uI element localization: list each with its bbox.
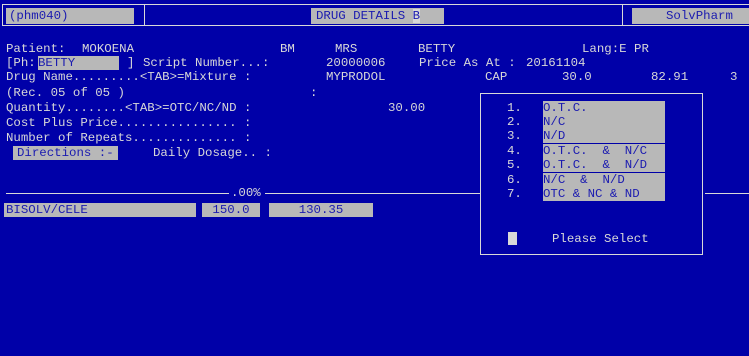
bottom-field-amount[interactable]: 130.35 [269, 203, 373, 217]
drug-form: CAP [485, 70, 508, 84]
menu-option-number: 5. [507, 158, 522, 172]
menu-option-number: 1. [507, 101, 522, 115]
menu-option-number: 7. [507, 187, 522, 201]
menu-option-nd[interactable]: N/D [543, 129, 665, 143]
quantity-label: Quantity........<TAB>=OTC/NC/ND : [6, 101, 252, 115]
menu-option-otc[interactable]: O.T.C. [543, 101, 665, 115]
patient-title: MRS [335, 42, 358, 56]
menu-option-number: 3. [507, 129, 522, 143]
drug-name: MYPRODOL [326, 70, 386, 84]
patient-language: Lang:E PR [582, 42, 649, 56]
cursor-block[interactable] [508, 232, 517, 245]
patient-surname: MOKOENA [82, 42, 135, 56]
drug-extra: 3 [730, 70, 738, 84]
patient-first-name: BETTY [418, 42, 456, 56]
brand-label: SolvPharm [632, 8, 749, 24]
menu-option-nc[interactable]: N/C [543, 115, 665, 129]
screen-title-suffix: B [412, 9, 421, 23]
drug-name-label: Drug Name.........<TAB>=Mixture : [6, 70, 252, 84]
repeats-label: Number of Repeats.............. : [6, 131, 252, 145]
script-number-label: Script Number...: [143, 56, 270, 70]
bottom-field-drug[interactable]: BISOLV/CELE [4, 203, 196, 217]
record-colon: : [310, 86, 318, 100]
divider-line-right [705, 193, 749, 194]
screen-code: (phm040) [6, 8, 134, 24]
daily-dosage-label: Daily Dosage.. : [153, 146, 272, 160]
directions-label[interactable]: Directions :- [13, 146, 118, 160]
screen-title: DRUG DETAILS B [311, 8, 444, 24]
menu-option-otc-nc-nd[interactable]: OTC & NC & ND [543, 187, 665, 201]
patient-initials: BM [280, 42, 295, 56]
menu-prompt: Please Select [552, 232, 649, 246]
bottom-field-qty[interactable]: 150.0 [202, 203, 260, 217]
quantity-value[interactable]: 30.00 [388, 101, 425, 115]
ph-input[interactable]: BETTY [38, 56, 119, 70]
ph-suffix: ] [127, 56, 135, 70]
divider-percent: .00% [231, 186, 261, 200]
script-number: 20000006 [326, 56, 386, 70]
ph-prefix: [Ph: [6, 56, 36, 70]
patient-label: Patient: [6, 42, 66, 56]
record-indicator: (Rec. 05 of 05 ) [6, 86, 125, 100]
menu-option-number: 2. [507, 115, 522, 129]
price-as-at-label: Price As At : [419, 56, 516, 70]
menu-option-number: 6. [507, 173, 522, 187]
divider-line-left [6, 193, 229, 194]
price-as-at-date: 20161104 [526, 56, 586, 70]
menu-option-otc-nd[interactable]: O.T.C. & N/D [543, 158, 665, 172]
screen-title-text: DRUG DETAILS [316, 9, 406, 23]
drug-price: 82.91 [651, 70, 689, 84]
menu-option-nc-nd[interactable]: N/C & N/D [543, 173, 665, 187]
drug-qty: 30.0 [562, 70, 592, 84]
cost-plus-price-label: Cost Plus Price................ : [6, 116, 252, 130]
menu-option-number: 4. [507, 144, 522, 158]
divider-line-mid [265, 193, 480, 194]
menu-option-otc-nc[interactable]: O.T.C. & N/C [543, 144, 665, 158]
